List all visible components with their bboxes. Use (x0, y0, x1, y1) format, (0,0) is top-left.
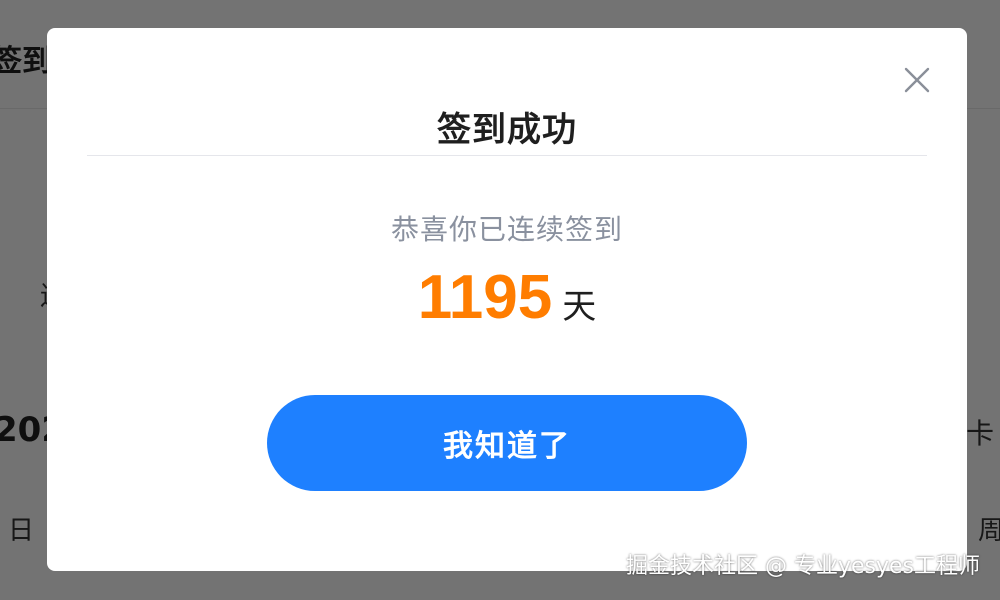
confirm-button[interactable]: 我知道了 (267, 395, 747, 491)
close-button[interactable] (903, 66, 931, 94)
streak-days-unit: 天 (562, 287, 597, 327)
checkin-success-dialog: 签到成功 恭喜你已连续签到 1195 天 我知道了 (47, 28, 967, 571)
streak-days-number: 1195 (417, 263, 553, 332)
dialog-title: 签到成功 (437, 110, 577, 150)
close-icon (903, 66, 931, 94)
streak-count: 1195 天 (47, 262, 967, 333)
congrats-message: 恭喜你已连续签到 (390, 213, 623, 246)
screen: 签到 连 202 日 卡 周 签到成功 恭喜你已连续签到 1195天 我知道了 … (0, 0, 1000, 600)
dialog-divider (87, 155, 927, 156)
watermark-text: 掘金技术社区 @ 专业yesyes工程师 (625, 554, 980, 579)
